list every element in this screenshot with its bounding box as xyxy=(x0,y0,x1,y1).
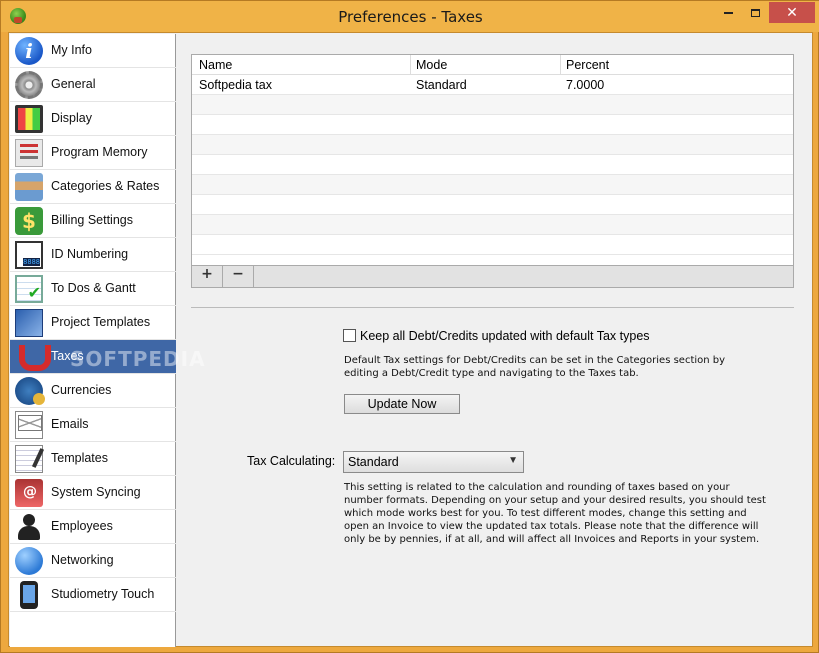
section-divider xyxy=(191,307,794,308)
sidebar-item-currencies[interactable]: Currencies xyxy=(10,374,176,408)
sidebar-item-general[interactable]: General xyxy=(10,68,176,102)
table-toolbar: + − xyxy=(191,266,794,288)
sidebar-item-label: Currencies xyxy=(51,383,112,397)
sidebar-item-employees[interactable]: Employees xyxy=(10,510,176,544)
tax-mode-cell: Standard xyxy=(416,78,467,92)
sidebar-item-label: Program Memory xyxy=(51,145,148,159)
blueprint-icon xyxy=(15,309,43,337)
preferences-window: Preferences - Taxes ✕ i My Info General … xyxy=(0,0,819,653)
empty-row xyxy=(192,115,793,135)
phone-icon xyxy=(20,581,38,609)
remove-tax-button[interactable]: − xyxy=(223,266,254,287)
sidebar-item-label: System Syncing xyxy=(51,485,141,499)
categories-icon xyxy=(15,173,43,201)
tax-calculating-label: Tax Calculating: xyxy=(247,454,336,468)
column-header-mode[interactable]: Mode xyxy=(416,58,447,72)
checklist-icon xyxy=(15,275,43,303)
keep-debt-credits-checkbox[interactable] xyxy=(343,329,356,342)
sidebar-item-project-templates[interactable]: Project Templates xyxy=(10,306,176,340)
sidebar-item-label: General xyxy=(51,77,96,91)
sidebar-item-studiometry-touch[interactable]: Studiometry Touch xyxy=(10,578,176,612)
taxes-table[interactable]: Name Mode Percent Softpedia tax Standard… xyxy=(191,54,794,266)
debt-credits-help-text: Default Tax settings for Debt/Credits ca… xyxy=(344,355,726,379)
id-counter-icon xyxy=(15,241,43,269)
empty-row xyxy=(192,155,793,175)
sidebar-item-emails[interactable]: Emails xyxy=(10,408,176,442)
sidebar-item-my-info[interactable]: i My Info xyxy=(10,34,176,68)
softpedia-watermark: SOFTPEDIA xyxy=(70,347,206,371)
maximize-button[interactable] xyxy=(742,2,769,23)
window-title: Preferences - Taxes xyxy=(338,8,483,26)
table-row[interactable]: Softpedia tax Standard 7.0000 xyxy=(192,75,793,95)
sidebar-item-label: Categories & Rates xyxy=(51,179,160,193)
sidebar-item-id-numbering[interactable]: ID Numbering xyxy=(10,238,176,272)
column-header-percent[interactable]: Percent xyxy=(566,58,609,72)
sidebar-item-templates[interactable]: Templates xyxy=(10,442,176,476)
magnet-icon xyxy=(15,343,51,371)
sidebar-item-display[interactable]: Display xyxy=(10,102,176,136)
sidebar-item-billing-settings[interactable]: $ Billing Settings xyxy=(10,204,176,238)
sidebar-item-taxes[interactable]: Taxes SOFTPEDIA xyxy=(10,340,205,374)
sidebar-item-label: Employees xyxy=(51,519,113,533)
maximize-icon xyxy=(751,9,760,18)
table-header: Name Mode Percent xyxy=(192,55,793,75)
envelope-icon xyxy=(15,411,43,439)
update-now-button[interactable]: Update Now xyxy=(344,394,460,414)
tax-calculating-help-text: This setting is related to the calculati… xyxy=(344,482,766,545)
minimize-icon xyxy=(724,12,733,15)
sidebar-item-label: My Info xyxy=(51,43,92,57)
close-icon: ✕ xyxy=(786,4,798,20)
address-book-icon xyxy=(15,479,43,507)
sidebar-item-label: Networking xyxy=(51,553,114,567)
info-icon: i xyxy=(15,37,43,65)
sidebar-item-program-memory[interactable]: Program Memory xyxy=(10,136,176,170)
chevron-down-icon: ▼ xyxy=(508,455,518,466)
sidebar-item-label: Billing Settings xyxy=(51,213,133,227)
sidebar-item-todos-gantt[interactable]: To Dos & Gantt xyxy=(10,272,176,306)
close-button[interactable]: ✕ xyxy=(769,2,815,23)
empty-row xyxy=(192,195,793,215)
keep-debt-credits-label[interactable]: Keep all Debt/Credits updated with defau… xyxy=(360,329,650,343)
column-divider[interactable] xyxy=(560,55,561,75)
monitor-icon xyxy=(15,105,43,133)
preferences-content: i My Info General Display Program Memory… xyxy=(8,32,813,647)
empty-row xyxy=(192,135,793,155)
column-divider[interactable] xyxy=(410,55,411,75)
globe-coins-icon xyxy=(15,377,45,405)
sidebar-item-categories-rates[interactable]: Categories & Rates xyxy=(10,170,176,204)
network-globe-icon xyxy=(15,547,43,575)
sidebar-item-label: Display xyxy=(51,111,92,125)
person-icon xyxy=(15,513,43,541)
preferences-sidebar: i My Info General Display Program Memory… xyxy=(10,34,205,647)
empty-row xyxy=(192,235,793,255)
gear-icon xyxy=(15,71,43,99)
dollar-icon: $ xyxy=(15,207,43,235)
document-pen-icon xyxy=(15,445,43,473)
sidebar-item-label: Project Templates xyxy=(51,315,151,329)
empty-row xyxy=(192,175,793,195)
add-tax-button[interactable]: + xyxy=(192,266,223,287)
sidebar-item-label: Emails xyxy=(51,417,89,431)
sidebar-item-label: Studiometry Touch xyxy=(51,587,155,601)
sidebar-item-networking[interactable]: Networking xyxy=(10,544,176,578)
empty-row xyxy=(192,95,793,115)
tax-calculating-value: Standard xyxy=(348,455,399,469)
title-bar[interactable]: Preferences - Taxes ✕ xyxy=(1,1,819,32)
sidebar-item-label: ID Numbering xyxy=(51,247,129,261)
tax-name-cell: Softpedia tax xyxy=(199,78,272,92)
memory-icon xyxy=(15,139,43,167)
minimize-button[interactable] xyxy=(715,2,742,23)
column-header-name[interactable]: Name xyxy=(199,58,232,72)
tax-calculating-select[interactable]: Standard ▼ xyxy=(343,451,524,473)
sidebar-item-label: Templates xyxy=(51,451,108,465)
sidebar-item-system-syncing[interactable]: System Syncing xyxy=(10,476,176,510)
tax-percent-cell: 7.0000 xyxy=(566,78,605,92)
empty-row xyxy=(192,215,793,235)
sidebar-item-label: To Dos & Gantt xyxy=(51,281,136,295)
